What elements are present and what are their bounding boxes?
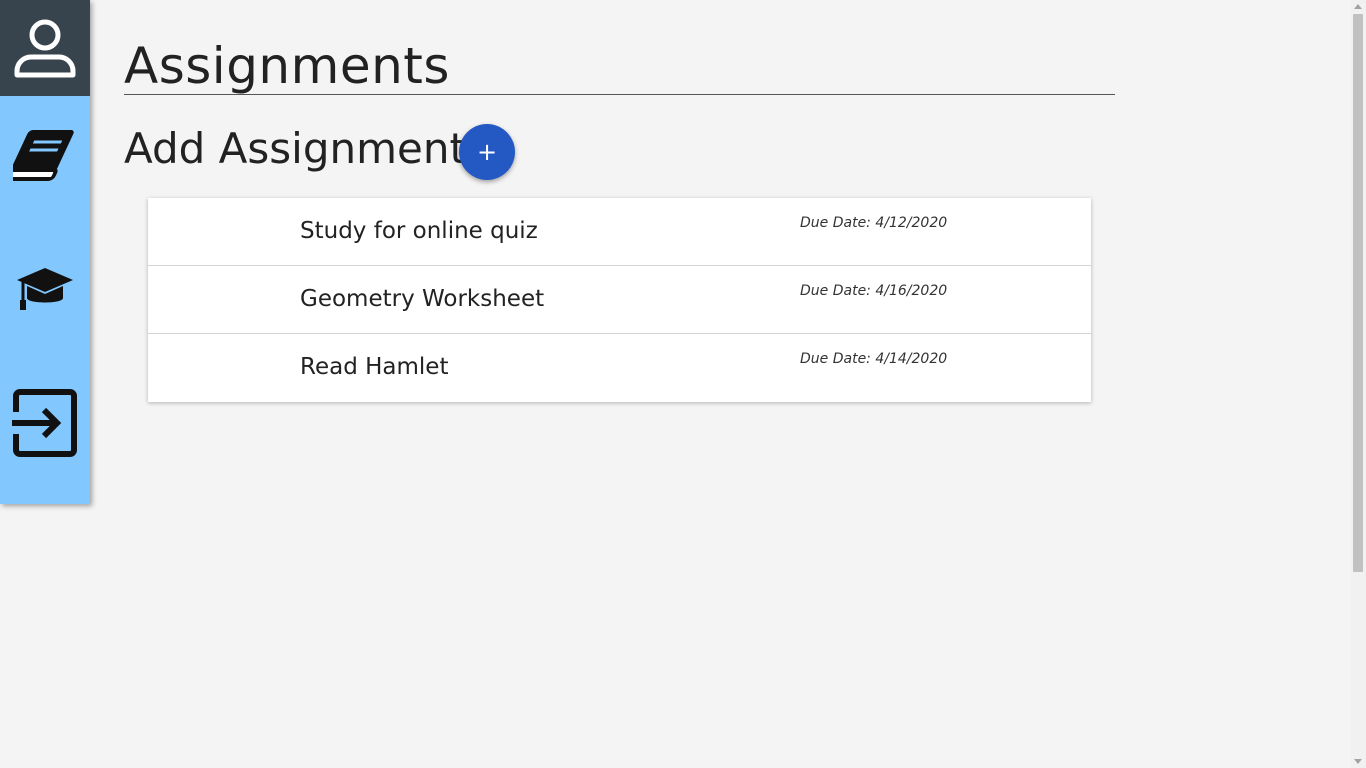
assignment-due-date: Due Date: 4/16/2020	[800, 283, 948, 299]
list-item[interactable]: Geometry Worksheet Due Date: 4/16/2020	[148, 266, 1091, 334]
add-assignment-heading: Add Assignment	[124, 124, 466, 173]
assignment-title: Read Hamlet	[300, 354, 449, 380]
user-icon	[14, 19, 76, 78]
book-icon	[13, 130, 74, 181]
sidebar-item-grades[interactable]	[0, 245, 90, 335]
page-title: Assignments	[124, 37, 450, 95]
scroll-up-arrow-icon[interactable]	[1354, 4, 1362, 9]
assignment-list: Study for online quiz Due Date: 4/12/202…	[148, 198, 1091, 402]
vertical-scrollbar[interactable]	[1351, 0, 1366, 768]
assignment-due-date: Due Date: 4/14/2020	[800, 351, 948, 367]
assignment-title: Study for online quiz	[300, 218, 538, 244]
list-item[interactable]: Study for online quiz Due Date: 4/12/202…	[148, 198, 1091, 266]
graduation-cap-icon	[17, 268, 73, 310]
logout-icon	[12, 389, 77, 457]
scroll-thumb[interactable]	[1353, 14, 1363, 572]
sidebar-item-logout[interactable]	[0, 378, 90, 468]
scroll-down-arrow-icon[interactable]	[1354, 759, 1362, 764]
sidebar	[0, 0, 90, 504]
title-divider	[124, 94, 1115, 95]
list-item[interactable]: Read Hamlet Due Date: 4/14/2020	[148, 334, 1091, 402]
add-assignment-button[interactable]: +	[459, 124, 515, 180]
sidebar-item-profile[interactable]	[0, 0, 90, 96]
assignment-due-date: Due Date: 4/12/2020	[800, 215, 948, 231]
assignment-title: Geometry Worksheet	[300, 286, 545, 312]
sidebar-item-assignments[interactable]	[0, 110, 90, 200]
